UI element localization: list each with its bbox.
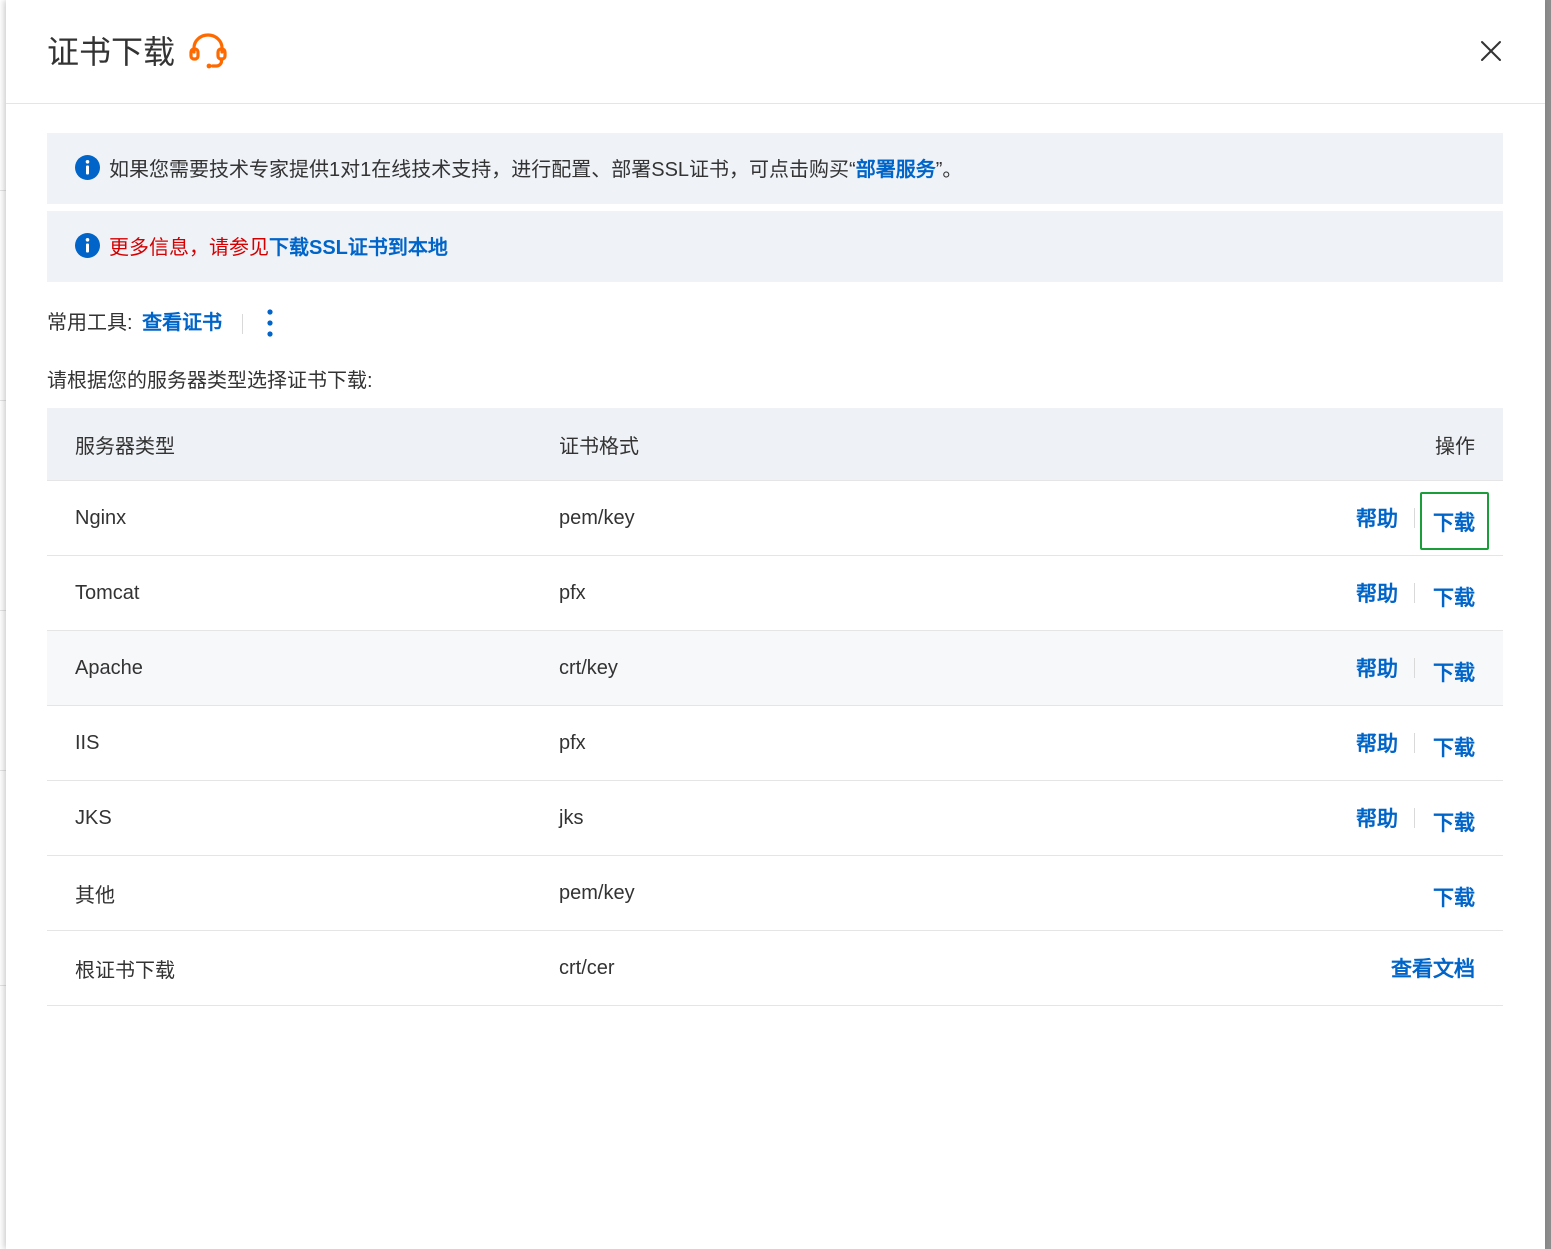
info-icon xyxy=(75,233,100,258)
action-divider xyxy=(1414,733,1415,753)
server-type-cell: JKS xyxy=(75,806,112,829)
common-tools-label: 常用工具: xyxy=(47,312,133,334)
server-type-cell: Tomcat xyxy=(75,581,140,604)
support-headset-icon[interactable] xyxy=(189,33,227,69)
table-row: 其他 pem/key 下载 xyxy=(47,856,1503,931)
close-icon[interactable] xyxy=(1476,36,1506,66)
download-link[interactable]: 下载 xyxy=(1433,799,1475,837)
server-type-cell: Nginx xyxy=(75,506,127,529)
help-link[interactable]: 帮助 xyxy=(1356,653,1398,683)
cert-format-cell: pfx xyxy=(559,581,586,604)
more-vertical-icon[interactable] xyxy=(260,308,280,340)
row-actions: 查看文档 xyxy=(1391,931,1475,1005)
cert-format-cell: jks xyxy=(559,806,584,829)
table-row: Apache crt/key 帮助 下载 xyxy=(47,631,1503,706)
cert-format-cell: crt/cer xyxy=(559,956,615,979)
info-icon xyxy=(75,155,100,180)
header-actions: 操作 xyxy=(1435,435,1475,458)
notice-text: 如果您需要技术专家提供1对1在线技术支持，进行配置、部署SSL证书，可点击购买“… xyxy=(109,157,962,183)
notice-text-after: ”。 xyxy=(935,159,963,181)
certificate-table: 服务器类型 证书格式 操作 Nginx pem/key 帮助 下载 Tomcat… xyxy=(47,408,1503,1006)
help-link[interactable]: 帮助 xyxy=(1356,578,1398,608)
common-tools: 常用工具: 查看证书 xyxy=(47,308,273,338)
deploy-service-link[interactable]: 部署服务 xyxy=(856,159,936,181)
table-row: JKS jks 帮助 下载 xyxy=(47,781,1503,856)
row-actions: 帮助 下载 xyxy=(1356,781,1475,855)
notice-text-before: 更多信息，请参见 xyxy=(109,237,269,259)
download-link[interactable]: 下载 xyxy=(1433,649,1475,687)
action-divider xyxy=(1414,808,1415,828)
server-type-cell: Apache xyxy=(75,656,143,679)
notice-text-before: 如果您需要技术专家提供1对1在线技术支持，进行配置、部署SSL证书，可点击购买“ xyxy=(109,159,856,181)
download-ssl-doc-link[interactable]: 下载SSL证书到本地 xyxy=(269,237,448,259)
download-focus-outline xyxy=(1420,492,1489,550)
server-type-cell: 根证书下载 xyxy=(75,959,175,982)
deploy-service-notice: 如果您需要技术专家提供1对1在线技术支持，进行配置、部署SSL证书，可点击购买“… xyxy=(47,133,1503,204)
table-row: Tomcat pfx 帮助 下载 xyxy=(47,556,1503,631)
server-type-cell: 其他 xyxy=(75,884,115,907)
row-actions: 帮助 下载 xyxy=(1356,706,1475,780)
server-type-instruction: 请根据您的服务器类型选择证书下载: xyxy=(47,370,373,392)
cert-format-cell: pem/key xyxy=(559,506,635,529)
help-link[interactable]: 帮助 xyxy=(1356,803,1398,833)
row-actions: 下载 xyxy=(1433,856,1475,930)
more-info-notice: 更多信息，请参见下载SSL证书到本地 xyxy=(47,211,1503,282)
server-type-cell: IIS xyxy=(75,731,100,754)
action-divider xyxy=(1414,583,1415,603)
table-header: 服务器类型 证书格式 操作 xyxy=(47,408,1503,481)
header-cert-format: 证书格式 xyxy=(559,435,639,458)
header-server-type: 服务器类型 xyxy=(75,435,175,458)
view-certificate-link[interactable]: 查看证书 xyxy=(142,312,222,334)
tools-divider xyxy=(242,314,243,334)
notice-text: 更多信息，请参见下载SSL证书到本地 xyxy=(109,235,448,261)
action-divider xyxy=(1414,508,1415,528)
cert-format-cell: pfx xyxy=(559,731,586,754)
download-link[interactable]: 下载 xyxy=(1433,724,1475,762)
table-row: IIS pfx 帮助 下载 xyxy=(47,706,1503,781)
row-actions: 帮助 下载 xyxy=(1356,631,1475,705)
action-divider xyxy=(1414,658,1415,678)
help-link[interactable]: 帮助 xyxy=(1356,728,1398,758)
help-link[interactable]: 帮助 xyxy=(1356,503,1398,533)
certificate-download-drawer: 证书下载 如果您需要技术专家提供1对1在线技术支持，进行配置、部署SSL证书，可… xyxy=(6,0,1545,1249)
table-row: Nginx pem/key 帮助 下载 xyxy=(47,481,1503,556)
view-docs-link[interactable]: 查看文档 xyxy=(1391,953,1475,983)
row-actions: 帮助 下载 xyxy=(1356,556,1475,630)
drawer-title: 证书下载 xyxy=(47,34,176,70)
download-link[interactable]: 下载 xyxy=(1433,874,1475,912)
drawer-header: 证书下载 xyxy=(6,0,1545,104)
cert-format-cell: pem/key xyxy=(559,881,635,904)
download-link[interactable]: 下载 xyxy=(1433,574,1475,612)
table-row: 根证书下载 crt/cer 查看文档 xyxy=(47,931,1503,1006)
cert-format-cell: crt/key xyxy=(559,656,618,679)
